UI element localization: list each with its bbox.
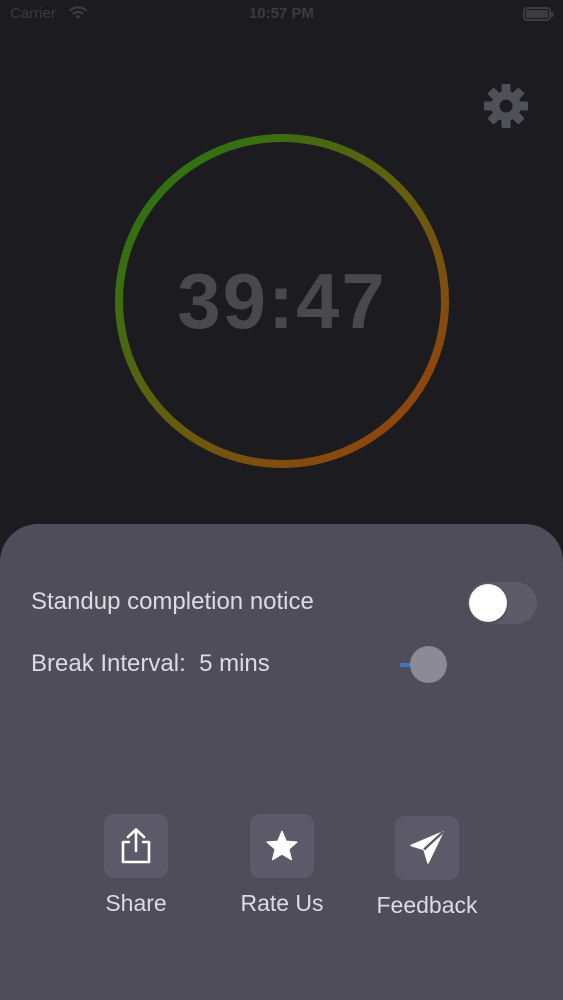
break-interval-label: Break Interval: 5 mins xyxy=(31,650,270,677)
app-screen: Carrier 10:57 PM 39:47 Standup completio… xyxy=(0,0,563,1000)
timer-display: 39:47 xyxy=(177,256,387,345)
feedback-label: Feedback xyxy=(376,892,478,918)
completion-notice-label: Standup completion notice xyxy=(31,588,314,615)
toggle-knob xyxy=(469,584,507,622)
share-icon xyxy=(104,814,168,878)
rate-us-label: Rate Us xyxy=(240,890,324,916)
break-interval-slider[interactable] xyxy=(394,645,454,685)
gear-icon xyxy=(484,84,528,128)
paper-plane-icon xyxy=(395,816,459,880)
status-bar: Carrier 10:57 PM xyxy=(0,0,563,30)
status-time: 10:57 PM xyxy=(248,5,315,22)
share-label: Share xyxy=(105,890,167,916)
star-icon xyxy=(250,814,314,878)
feedback-button[interactable]: Feedback xyxy=(367,816,487,926)
settings-button[interactable] xyxy=(482,82,530,130)
completion-notice-toggle[interactable] xyxy=(467,582,537,624)
slider-thumb[interactable] xyxy=(410,646,447,683)
share-button[interactable]: Share xyxy=(76,814,196,924)
battery-icon xyxy=(523,7,554,21)
rate-us-button[interactable]: Rate Us xyxy=(222,814,342,924)
battery-fill xyxy=(526,10,548,18)
